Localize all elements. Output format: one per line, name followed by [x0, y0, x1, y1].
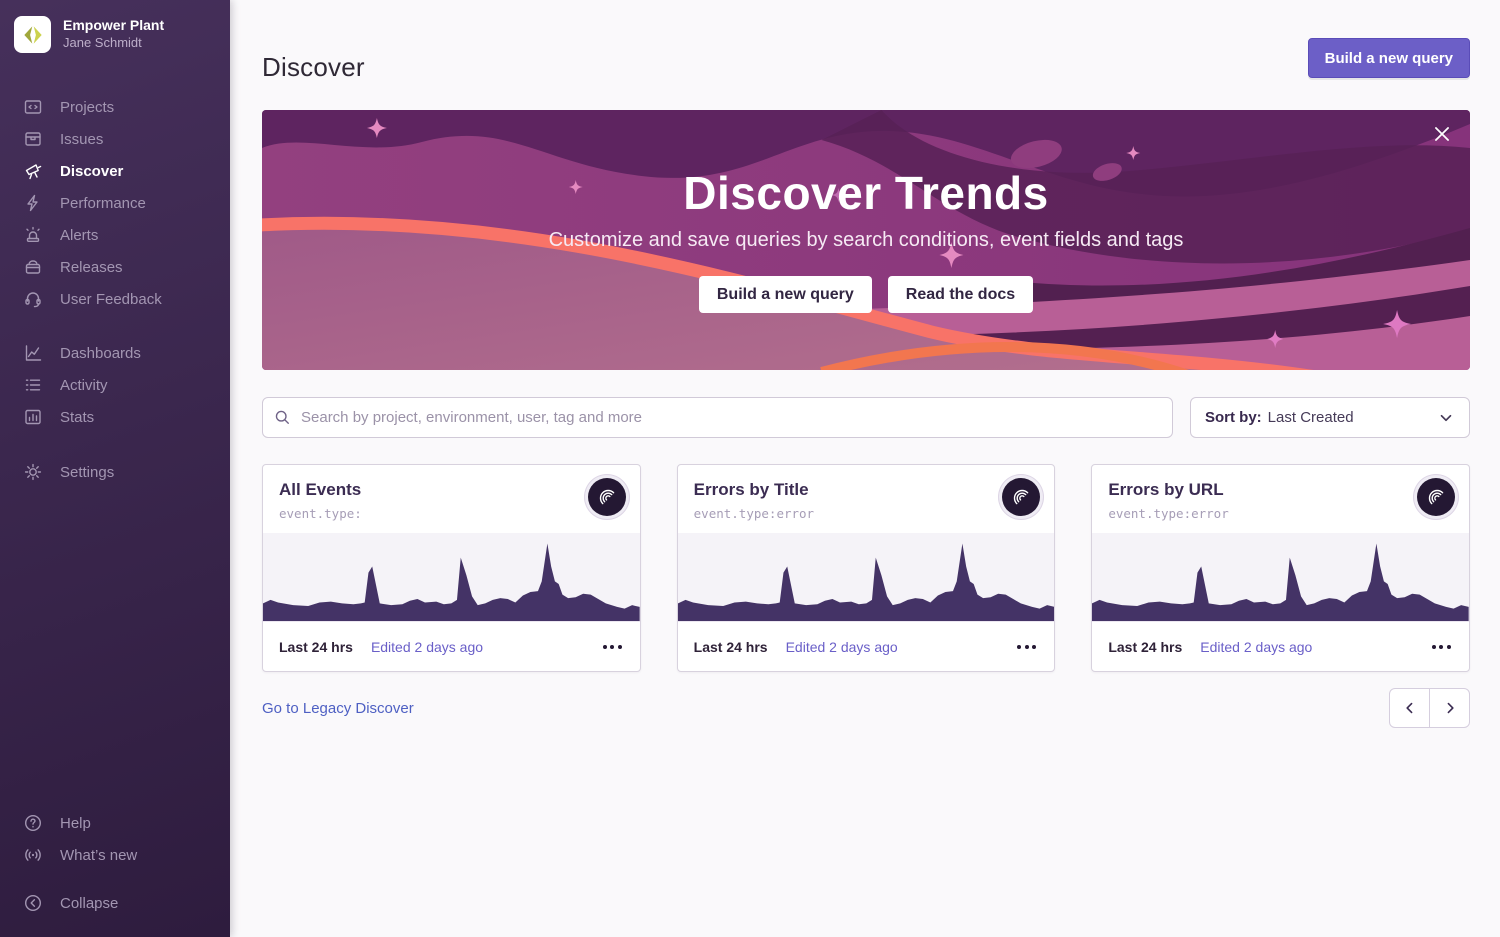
card-edited-link[interactable]: Edited 2 days ago — [371, 639, 483, 655]
card-time-range: Last 24 hrs — [279, 639, 353, 655]
org-switcher[interactable]: Empower Plant Jane Schmidt — [0, 0, 230, 63]
alerts-icon — [23, 225, 43, 245]
sidebar-item-user-feedback[interactable]: User Feedback — [0, 283, 230, 315]
pagination — [1389, 688, 1470, 728]
sidebar-item-issues[interactable]: Issues — [0, 123, 230, 155]
query-card-all-events[interactable]: All Events event.type: Last 24 hrs Edite… — [262, 464, 641, 672]
chevron-down-icon — [1437, 409, 1455, 427]
dashboards-icon — [23, 343, 43, 363]
page-header: Discover Build a new query — [262, 0, 1470, 83]
card-query: event.type:error — [694, 506, 1039, 521]
user-name: Jane Schmidt — [63, 35, 164, 52]
sidebar-nav-secondary: Dashboards Activity Stats — [0, 337, 230, 433]
query-controls: Sort by: Last Created — [262, 397, 1470, 438]
saved-query-search-input[interactable] — [262, 397, 1173, 438]
card-sparkline — [1092, 533, 1469, 621]
discover-trends-banner: Discover Trends Customize and save queri… — [262, 110, 1470, 370]
card-query: event.type: — [279, 506, 624, 521]
performance-icon — [23, 193, 43, 213]
sidebar-item-whats-new[interactable]: What’s new — [0, 839, 230, 871]
sentry-logo-icon — [588, 478, 626, 516]
banner-build-query-button[interactable]: Build a new query — [699, 276, 872, 313]
sort-dropdown[interactable]: Sort by: Last Created — [1190, 397, 1470, 438]
card-edited-link[interactable]: Edited 2 days ago — [1200, 639, 1312, 655]
pagination-next-button[interactable] — [1429, 688, 1470, 728]
issues-icon — [23, 129, 43, 149]
banner-read-docs-button[interactable]: Read the docs — [888, 276, 1033, 313]
sidebar-nav-primary: Projects Issues Discover Performance Ale… — [0, 91, 230, 315]
card-title: Errors by URL — [1108, 480, 1453, 500]
context-menu-icon[interactable] — [1430, 639, 1453, 655]
org-logo-icon — [14, 16, 51, 53]
sidebar-item-performance[interactable]: Performance — [0, 187, 230, 219]
bottom-row: Go to Legacy Discover — [262, 688, 1470, 728]
sidebar-item-settings[interactable]: Settings — [0, 456, 230, 488]
legacy-discover-link[interactable]: Go to Legacy Discover — [262, 700, 414, 717]
activity-icon — [23, 375, 43, 395]
banner-subtitle: Customize and save queries by search con… — [549, 229, 1184, 252]
sidebar-item-dashboards[interactable]: Dashboards — [0, 337, 230, 369]
query-card-errors-by-title[interactable]: Errors by Title event.type:error Last 24… — [677, 464, 1056, 672]
help-icon — [23, 813, 43, 833]
pagination-prev-button[interactable] — [1389, 688, 1430, 728]
whats-new-icon — [23, 845, 43, 865]
sidebar-item-activity[interactable]: Activity — [0, 369, 230, 401]
card-time-range: Last 24 hrs — [1108, 639, 1182, 655]
sidebar-nav-tertiary: Settings — [0, 456, 230, 488]
main-content: Discover Build a new query — [230, 0, 1500, 937]
settings-icon — [23, 462, 43, 482]
sidebar-item-releases[interactable]: Releases — [0, 251, 230, 283]
projects-icon — [23, 97, 43, 117]
saved-query-cards: All Events event.type: Last 24 hrs Edite… — [262, 464, 1470, 672]
sidebar-item-stats[interactable]: Stats — [0, 401, 230, 433]
sidebar: Empower Plant Jane Schmidt Projects Issu… — [0, 0, 230, 937]
card-title: All Events — [279, 480, 624, 500]
sidebar-nav-bottom: Help What’s new — [0, 807, 230, 871]
page-title: Discover — [262, 52, 365, 83]
banner-content: Discover Trends Customize and save queri… — [262, 110, 1470, 370]
card-time-range: Last 24 hrs — [694, 639, 768, 655]
query-card-errors-by-url[interactable]: Errors by URL event.type:error Last 24 h… — [1091, 464, 1470, 672]
card-edited-link[interactable]: Edited 2 days ago — [786, 639, 898, 655]
chevron-right-icon — [1442, 700, 1458, 716]
sidebar-item-alerts[interactable]: Alerts — [0, 219, 230, 251]
banner-title: Discover Trends — [683, 166, 1048, 220]
discover-icon — [23, 161, 43, 181]
card-sparkline — [263, 533, 640, 621]
card-title: Errors by Title — [694, 480, 1039, 500]
releases-icon — [23, 257, 43, 277]
collapse-button[interactable]: Collapse — [0, 887, 230, 919]
sentry-logo-icon — [1417, 478, 1455, 516]
card-query: event.type:error — [1108, 506, 1453, 521]
build-new-query-button[interactable]: Build a new query — [1308, 38, 1470, 78]
sidebar-collapse-group: Collapse — [0, 887, 230, 919]
sidebar-item-projects[interactable]: Projects — [0, 91, 230, 123]
user-feedback-icon — [23, 289, 43, 309]
search-icon — [274, 409, 291, 426]
sidebar-item-help[interactable]: Help — [0, 807, 230, 839]
stats-icon — [23, 407, 43, 427]
context-menu-icon[interactable] — [1015, 639, 1038, 655]
sort-value: Last Created — [1268, 409, 1354, 426]
context-menu-icon[interactable] — [601, 639, 624, 655]
collapse-icon — [23, 893, 43, 913]
chevron-left-icon — [1402, 700, 1418, 716]
close-icon — [1431, 123, 1453, 145]
banner-close-button[interactable] — [1430, 123, 1454, 147]
org-name: Empower Plant — [63, 17, 164, 35]
sidebar-item-discover[interactable]: Discover — [0, 155, 230, 187]
sort-label: Sort by: — [1205, 409, 1262, 426]
card-sparkline — [678, 533, 1055, 621]
